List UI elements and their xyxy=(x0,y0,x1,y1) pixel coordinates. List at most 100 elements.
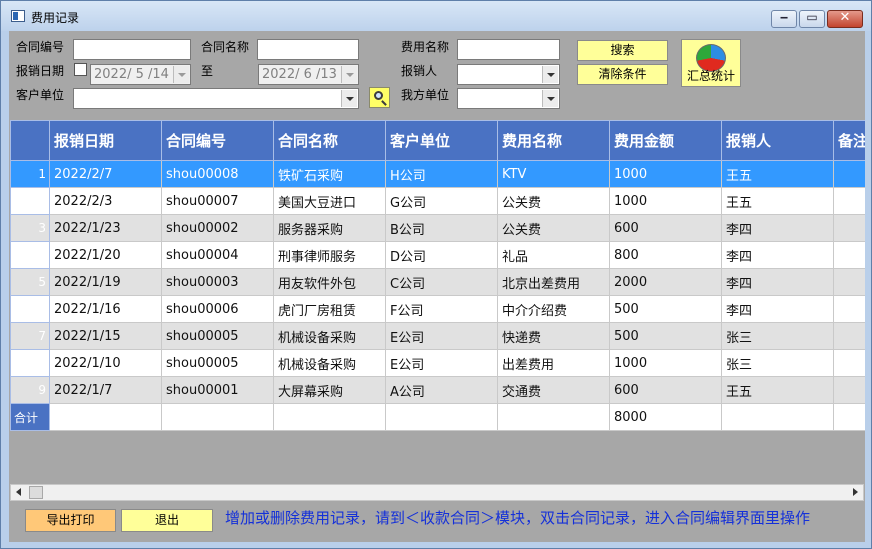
cell-remark[interactable] xyxy=(833,241,865,269)
cell-date[interactable]: 2022/1/23 xyxy=(49,214,162,242)
export-print-button[interactable]: 导出打印 xyxy=(25,509,116,532)
row-number[interactable]: 1 xyxy=(10,160,50,188)
cell-amount[interactable]: 1000 xyxy=(609,187,722,215)
cell-contract-no[interactable]: shou00001 xyxy=(161,376,274,404)
maximize-button[interactable]: ▭ xyxy=(799,10,825,28)
cell-expense-name[interactable]: 交通费 xyxy=(497,376,610,404)
col-header-amount[interactable]: 费用金额 xyxy=(609,120,722,161)
cell-remark[interactable] xyxy=(833,376,865,404)
cell-contract-no[interactable]: shou00004 xyxy=(161,241,274,269)
row-number[interactable]: 7 xyxy=(10,322,50,350)
col-header-contract-name[interactable]: 合同名称 xyxy=(273,120,386,161)
cell-customer[interactable]: E公司 xyxy=(385,349,498,377)
cell-date[interactable]: 2022/1/7 xyxy=(49,376,162,404)
cell-remark[interactable] xyxy=(833,268,865,296)
cell-amount[interactable]: 2000 xyxy=(609,268,722,296)
row-number[interactable]: 6 xyxy=(10,295,50,323)
cell-date[interactable]: 2022/1/15 xyxy=(49,322,162,350)
col-header-remark[interactable]: 备注 xyxy=(833,120,865,161)
cell-customer[interactable]: D公司 xyxy=(385,241,498,269)
cell-date[interactable]: 2022/1/19 xyxy=(49,268,162,296)
col-header-date[interactable]: 报销日期 xyxy=(49,120,162,161)
cell-customer[interactable]: E公司 xyxy=(385,322,498,350)
cell-reimburser[interactable]: 李四 xyxy=(721,268,834,296)
table-row[interactable]: 6 2022/1/16 shou00006 虎门厂房租赁 F公司 中介介绍费 5… xyxy=(10,295,865,323)
cell-expense-name[interactable]: 出差费用 xyxy=(497,349,610,377)
reimburser-select[interactable] xyxy=(457,64,560,85)
table-row[interactable]: 9 2022/1/7 shou00001 大屏幕采购 A公司 交通费 600 王… xyxy=(10,376,865,404)
col-header-expense-name[interactable]: 费用名称 xyxy=(497,120,610,161)
cell-amount[interactable]: 800 xyxy=(609,241,722,269)
our-unit-dropdown-icon[interactable] xyxy=(542,90,558,107)
cell-contract-no[interactable]: shou00005 xyxy=(161,322,274,350)
table-row[interactable]: 5 2022/1/19 shou00003 用友软件外包 C公司 北京出差费用 … xyxy=(10,268,865,296)
expense-name-input[interactable] xyxy=(457,39,560,60)
cell-customer[interactable]: C公司 xyxy=(385,268,498,296)
expense-grid[interactable]: 报销日期 合同编号 合同名称 客户单位 费用名称 费用金额 报销人 备注 1 2… xyxy=(10,120,865,463)
cell-contract-no[interactable]: shou00002 xyxy=(161,214,274,242)
row-number[interactable]: 3 xyxy=(10,214,50,242)
customer-search-button[interactable] xyxy=(369,87,390,108)
date-to-dropdown-icon[interactable] xyxy=(341,66,357,83)
cell-date[interactable]: 2022/2/7 xyxy=(49,160,162,188)
cell-contract-name[interactable]: 美国大豆进口 xyxy=(273,187,386,215)
cell-customer[interactable]: H公司 xyxy=(385,160,498,188)
cell-contract-no[interactable]: shou00005 xyxy=(161,349,274,377)
table-row[interactable]: 4 2022/1/20 shou00004 刑事律师服务 D公司 礼品 800 … xyxy=(10,241,865,269)
cell-remark[interactable] xyxy=(833,187,865,215)
close-button[interactable]: ✕ xyxy=(827,10,863,28)
table-row[interactable]: 2 2022/2/3 shou00007 美国大豆进口 G公司 公关费 1000… xyxy=(10,187,865,215)
cell-amount[interactable]: 1000 xyxy=(609,349,722,377)
cell-expense-name[interactable]: KTV xyxy=(497,160,610,188)
cell-expense-name[interactable]: 公关费 xyxy=(497,214,610,242)
our-unit-select[interactable] xyxy=(457,88,560,109)
row-number[interactable]: 4 xyxy=(10,241,50,269)
table-row[interactable]: 1 2022/2/7 shou00008 铁矿石采购 H公司 KTV 1000 … xyxy=(10,160,865,188)
date-filter-checkbox[interactable] xyxy=(74,63,87,76)
row-number[interactable]: 5 xyxy=(10,268,50,296)
cell-remark[interactable] xyxy=(833,214,865,242)
cell-date[interactable]: 2022/1/16 xyxy=(49,295,162,323)
cell-date[interactable]: 2022/2/3 xyxy=(49,187,162,215)
cell-reimburser[interactable]: 王五 xyxy=(721,187,834,215)
table-row[interactable]: 8 2022/1/10 shou00005 机械设备采购 E公司 出差费用 10… xyxy=(10,349,865,377)
cell-contract-no[interactable]: shou00008 xyxy=(161,160,274,188)
cell-amount[interactable]: 500 xyxy=(609,295,722,323)
cell-expense-name[interactable]: 北京出差费用 xyxy=(497,268,610,296)
cell-expense-name[interactable]: 公关费 xyxy=(497,187,610,215)
cell-contract-name[interactable]: 大屏幕采购 xyxy=(273,376,386,404)
exit-button[interactable]: 退出 xyxy=(121,509,213,532)
cell-reimburser[interactable]: 张三 xyxy=(721,349,834,377)
cell-remark[interactable] xyxy=(833,160,865,188)
search-button[interactable]: 搜索 xyxy=(577,40,668,61)
cell-contract-no[interactable]: shou00003 xyxy=(161,268,274,296)
cell-expense-name[interactable]: 礼品 xyxy=(497,241,610,269)
cell-contract-name[interactable]: 用友软件外包 xyxy=(273,268,386,296)
scroll-right-arrow-icon[interactable] xyxy=(846,485,863,500)
contract-no-input[interactable] xyxy=(73,39,191,60)
cell-reimburser[interactable]: 张三 xyxy=(721,322,834,350)
cell-contract-name[interactable]: 刑事律师服务 xyxy=(273,241,386,269)
cell-contract-no[interactable]: shou00007 xyxy=(161,187,274,215)
col-header-reimburser[interactable]: 报销人 xyxy=(721,120,834,161)
row-number[interactable]: 2 xyxy=(10,187,50,215)
cell-contract-no[interactable]: shou00006 xyxy=(161,295,274,323)
cell-expense-name[interactable]: 快递费 xyxy=(497,322,610,350)
cell-customer[interactable]: B公司 xyxy=(385,214,498,242)
customer-select[interactable] xyxy=(73,88,359,109)
summary-stats-button[interactable]: 汇总统计 xyxy=(681,39,741,87)
cell-date[interactable]: 2022/1/10 xyxy=(49,349,162,377)
scroll-thumb[interactable] xyxy=(29,486,43,499)
horizontal-scrollbar[interactable] xyxy=(10,484,864,501)
cell-contract-name[interactable]: 机械设备采购 xyxy=(273,322,386,350)
cell-contract-name[interactable]: 铁矿石采购 xyxy=(273,160,386,188)
col-header-customer[interactable]: 客户单位 xyxy=(385,120,498,161)
cell-amount[interactable]: 600 xyxy=(609,214,722,242)
cell-contract-name[interactable]: 机械设备采购 xyxy=(273,349,386,377)
clear-conditions-button[interactable]: 清除条件 xyxy=(577,64,668,85)
cell-remark[interactable] xyxy=(833,322,865,350)
cell-remark[interactable] xyxy=(833,295,865,323)
title-bar[interactable]: 费用记录 ‒ ▭ ✕ xyxy=(1,1,871,31)
cell-reimburser[interactable]: 李四 xyxy=(721,241,834,269)
cell-contract-name[interactable]: 虎门厂房租赁 xyxy=(273,295,386,323)
